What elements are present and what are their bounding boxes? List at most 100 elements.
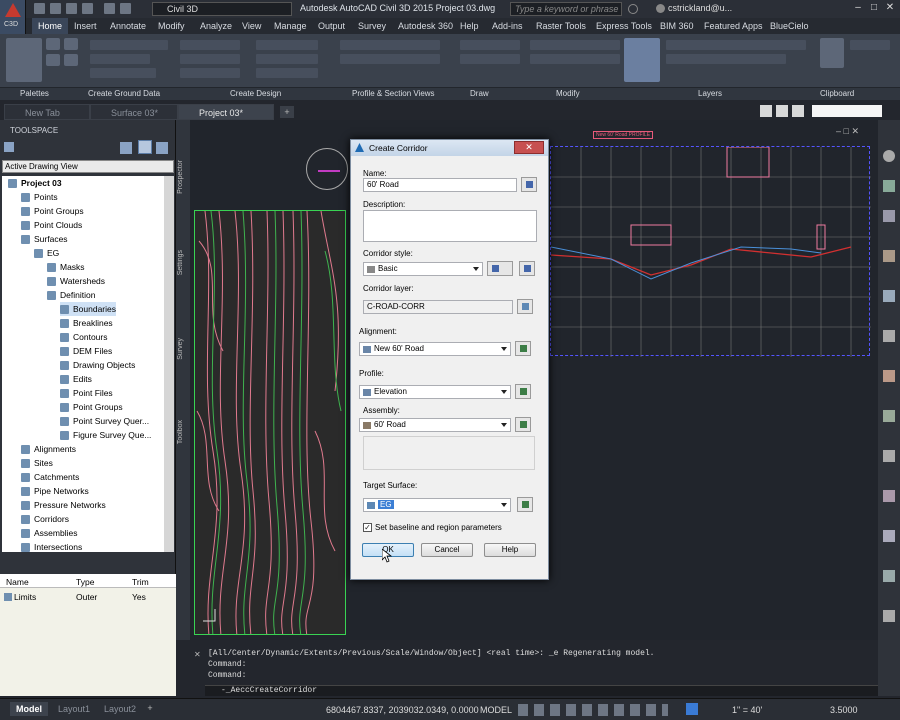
tree-item[interactable]: Pipe Networks <box>21 484 89 498</box>
profile-dropdown[interactable]: Elevation <box>359 385 511 399</box>
profile-view[interactable]: New 60' Road PROFILE <box>550 131 871 357</box>
toolspace-icon[interactable] <box>6 38 42 82</box>
layer-dropdown[interactable] <box>666 40 806 50</box>
col-trim[interactable]: Trim <box>132 577 149 587</box>
view-dropdown[interactable]: Active Drawing View <box>2 160 174 173</box>
tab-bluecielo[interactable]: BlueCielo <box>764 18 815 34</box>
cancel-button[interactable]: Cancel <box>421 543 473 557</box>
maximize-icon[interactable]: □ <box>866 1 882 15</box>
corridor-button[interactable] <box>256 68 318 78</box>
toolbar-icon[interactable] <box>883 530 895 542</box>
tab-add-ins[interactable]: Add-ins <box>486 18 529 34</box>
tree-item[interactable]: Watersheds <box>47 274 105 288</box>
assembly-pick-button[interactable] <box>515 417 531 432</box>
tab-express-tools[interactable]: Express Tools <box>590 18 658 34</box>
close-icon[interactable]: ✕ <box>882 1 898 15</box>
parcel-button[interactable] <box>180 40 240 50</box>
save-icon[interactable] <box>66 3 77 14</box>
toolbar-icon[interactable] <box>883 370 895 382</box>
navigation-wheel-icon[interactable] <box>306 148 348 190</box>
alignment-button[interactable] <box>256 40 318 50</box>
panel-clipboard[interactable]: Clipboard <box>820 89 854 98</box>
toolbar-icon[interactable] <box>883 150 895 162</box>
toolbar-icon[interactable] <box>883 290 895 302</box>
user-name[interactable]: cstrickland@u... <box>668 3 732 13</box>
tab-toolbox[interactable]: Toolbox <box>177 420 184 444</box>
name-template-button[interactable] <box>521 177 537 192</box>
panel-modify[interactable]: Modify <box>556 89 580 98</box>
dialog-close-button[interactable]: ✕ <box>514 141 544 154</box>
assembly-dropdown[interactable]: 60' Road <box>359 418 511 432</box>
annotation-scale[interactable]: 1" = 40' <box>732 705 762 715</box>
toolspace-icon[interactable] <box>4 142 14 152</box>
tab-insert[interactable]: Insert <box>68 18 103 34</box>
toolspace-option-icon[interactable] <box>120 142 132 154</box>
tree-item[interactable]: Drawing Objects <box>60 358 135 372</box>
section-views-button[interactable] <box>340 40 440 50</box>
paste-icon[interactable] <box>820 38 844 68</box>
target-surface-dropdown[interactable]: EG <box>363 498 511 512</box>
surface-pick-button[interactable] <box>517 497 533 512</box>
tree-item[interactable]: Edits <box>60 372 92 386</box>
view-icon[interactable] <box>776 105 788 117</box>
palette-icon[interactable] <box>46 38 60 50</box>
surfaces-button[interactable] <box>90 68 156 78</box>
toolbar-icon[interactable] <box>883 330 895 342</box>
profile-button[interactable] <box>180 54 240 64</box>
tree-item[interactable]: Definition <box>47 288 95 302</box>
style-pick-button[interactable] <box>519 261 535 276</box>
baseline-checkbox-label[interactable]: Set baseline and region parameters <box>375 523 502 532</box>
model-tab[interactable]: Model <box>10 702 48 716</box>
clipboard-tools[interactable] <box>850 40 890 50</box>
toolbar-icon[interactable] <box>883 490 895 502</box>
tree-item[interactable]: Point Groups <box>60 400 123 414</box>
view-icon[interactable] <box>760 105 772 117</box>
tree-item[interactable]: Breaklines <box>60 316 113 330</box>
tree-item[interactable]: DEM Files <box>60 344 112 358</box>
add-layout-icon[interactable]: + <box>144 703 156 715</box>
tree-item[interactable]: Pressure Networks <box>21 498 106 512</box>
tree-item[interactable]: Boundaries <box>60 302 117 316</box>
draw-tools[interactable] <box>460 54 520 64</box>
tree-item[interactable]: Corridors <box>21 512 69 526</box>
modify-tools[interactable] <box>530 54 620 64</box>
grading-button[interactable] <box>180 68 240 78</box>
tab-analyze[interactable]: Analyze <box>194 18 238 34</box>
toolbar-icon[interactable] <box>883 410 895 422</box>
layout1-tab[interactable]: Layout1 <box>52 702 96 716</box>
tab-manage[interactable]: Manage <box>268 18 313 34</box>
search-input[interactable]: Type a keyword or phrase <box>510 2 622 16</box>
annotation-scale-icon[interactable] <box>686 703 698 715</box>
view-icon[interactable] <box>792 105 804 117</box>
doc-tab-project03[interactable]: Project 03* <box>178 104 274 120</box>
col-name[interactable]: Name <box>6 577 29 587</box>
add-tab-icon[interactable]: + <box>280 106 294 118</box>
doc-tab-new[interactable]: New Tab <box>4 104 90 120</box>
baseline-checkbox[interactable]: ✓ <box>363 523 372 532</box>
tree-item[interactable]: EG <box>34 246 59 260</box>
model-space-toggle[interactable]: MODEL <box>480 705 512 715</box>
tab-bim-360[interactable]: BIM 360 <box>654 18 700 34</box>
panel-draw[interactable]: Draw <box>470 89 489 98</box>
tree-item[interactable]: Catchments <box>21 470 79 484</box>
panel-layers[interactable]: Layers <box>698 89 722 98</box>
panel-palettes[interactable]: Palettes <box>20 89 49 98</box>
tab-featured-apps[interactable]: Featured Apps <box>698 18 769 34</box>
tab-survey[interactable]: Survey <box>352 18 392 34</box>
tree-item[interactable]: Project 03 <box>8 176 62 190</box>
toolbar-icon[interactable] <box>883 450 895 462</box>
tree-item[interactable]: Point Groups <box>21 204 84 218</box>
panel-create-ground-data[interactable]: Create Ground Data <box>88 89 160 98</box>
tree-item[interactable]: Figure Survey Que... <box>60 428 151 442</box>
tree-item[interactable]: Alignments <box>21 442 76 456</box>
layer-button[interactable] <box>517 299 533 314</box>
modify-tools[interactable] <box>530 40 620 50</box>
search-icon[interactable] <box>628 4 638 14</box>
profile-views-button[interactable] <box>340 54 440 64</box>
alignment-dropdown[interactable]: New 60' Road <box>359 342 511 356</box>
tab-help[interactable]: Help <box>454 18 485 34</box>
toolbar-icon[interactable] <box>883 610 895 622</box>
minimize-icon[interactable]: – <box>850 1 866 15</box>
layer-tools[interactable] <box>666 54 786 64</box>
redo-icon[interactable] <box>120 3 131 14</box>
